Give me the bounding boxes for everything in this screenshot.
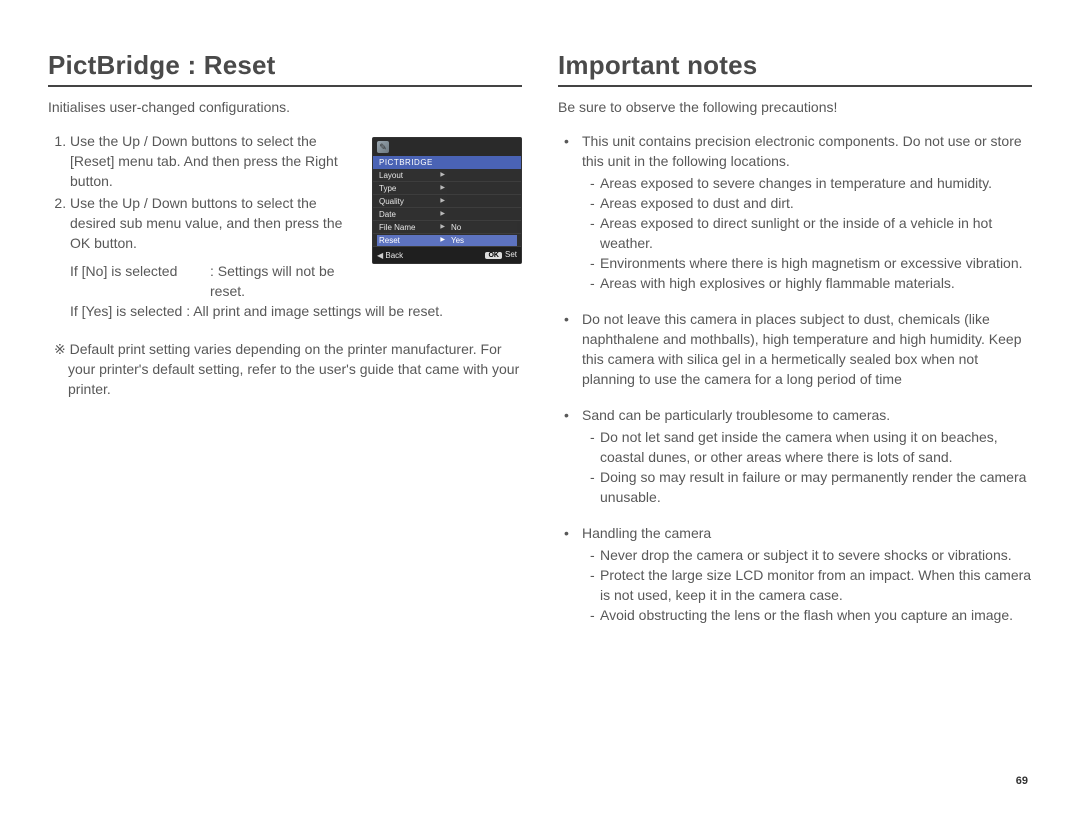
- pictbridge-icon: ✎: [377, 141, 389, 153]
- right-intro: Be sure to observe the following precaut…: [558, 97, 1032, 117]
- left-column: PictBridge : Reset Initialises user-chan…: [48, 50, 522, 815]
- menu-opt-yes: Yes: [447, 235, 517, 246]
- menu-row-date: Date: [379, 209, 396, 220]
- precaution-3: Sand can be particularly troublesome to …: [572, 405, 1032, 507]
- if-no-val: : Settings will not be reset.: [210, 261, 362, 301]
- precaution-2-text: Do not leave this camera in places subje…: [582, 311, 1021, 387]
- left-intro: Initialises user-changed configurations.: [48, 97, 522, 117]
- if-no-key: If [No] is selected: [70, 261, 210, 301]
- right-column: Important notes Be sure to observe the f…: [558, 50, 1032, 815]
- p3-s2: Doing so may result in failure or may pe…: [590, 467, 1032, 507]
- menu-row-reset: Reset: [379, 235, 400, 246]
- p1-s3: Areas exposed to direct sunlight or the …: [590, 213, 1032, 253]
- precaution-4-text: Handling the camera: [582, 525, 711, 541]
- p4-s2: Protect the large size LCD monitor from …: [590, 565, 1032, 605]
- p1-s1: Areas exposed to severe changes in tempe…: [590, 173, 1032, 193]
- menu-header: PICTBRIDGE: [373, 156, 521, 169]
- precaution-1: This unit contains precision electronic …: [572, 131, 1032, 293]
- if-yes: If [Yes] is selected : All print and ima…: [70, 301, 522, 321]
- menu-ok-key: OK: [485, 252, 502, 259]
- default-print-note: ※ Default print setting varies depending…: [48, 339, 522, 399]
- menu-row-layout: Layout: [379, 170, 403, 181]
- page-number: 69: [1016, 775, 1028, 787]
- precaution-2: Do not leave this camera in places subje…: [572, 309, 1032, 389]
- menu-row-quality: Quality: [379, 196, 404, 207]
- menu-row-type: Type: [379, 183, 396, 194]
- menu-row-filename: File Name: [379, 222, 415, 233]
- p1-s4: Environments where there is high magneti…: [590, 253, 1032, 273]
- pictbridge-menu-screenshot: ✎ PICTBRIDGE Layout▶ Type▶ Quality▶ Date…: [372, 137, 522, 264]
- manual-page: PictBridge : Reset Initialises user-chan…: [0, 0, 1080, 815]
- p3-s1: Do not let sand get inside the camera wh…: [590, 427, 1032, 467]
- p1-s5: Areas with high explosives or highly fla…: [590, 273, 1032, 293]
- precaution-1-text: This unit contains precision electronic …: [582, 133, 1022, 169]
- p1-s2: Areas exposed to dust and dirt.: [590, 193, 1032, 213]
- right-title: Important notes: [558, 50, 1032, 87]
- menu-opt-no: No: [447, 222, 517, 233]
- precaution-4: Handling the camera Never drop the camer…: [572, 523, 1032, 625]
- precaution-3-text: Sand can be particularly troublesome to …: [582, 407, 890, 423]
- p4-s1: Never drop the camera or subject it to s…: [590, 545, 1032, 565]
- menu-back-label: Back: [385, 251, 403, 260]
- menu-set-label: Set: [505, 250, 517, 259]
- precautions-list: This unit contains precision electronic …: [558, 131, 1032, 625]
- p4-s3: Avoid obstructing the lens or the flash …: [590, 605, 1032, 625]
- left-title: PictBridge : Reset: [48, 50, 522, 87]
